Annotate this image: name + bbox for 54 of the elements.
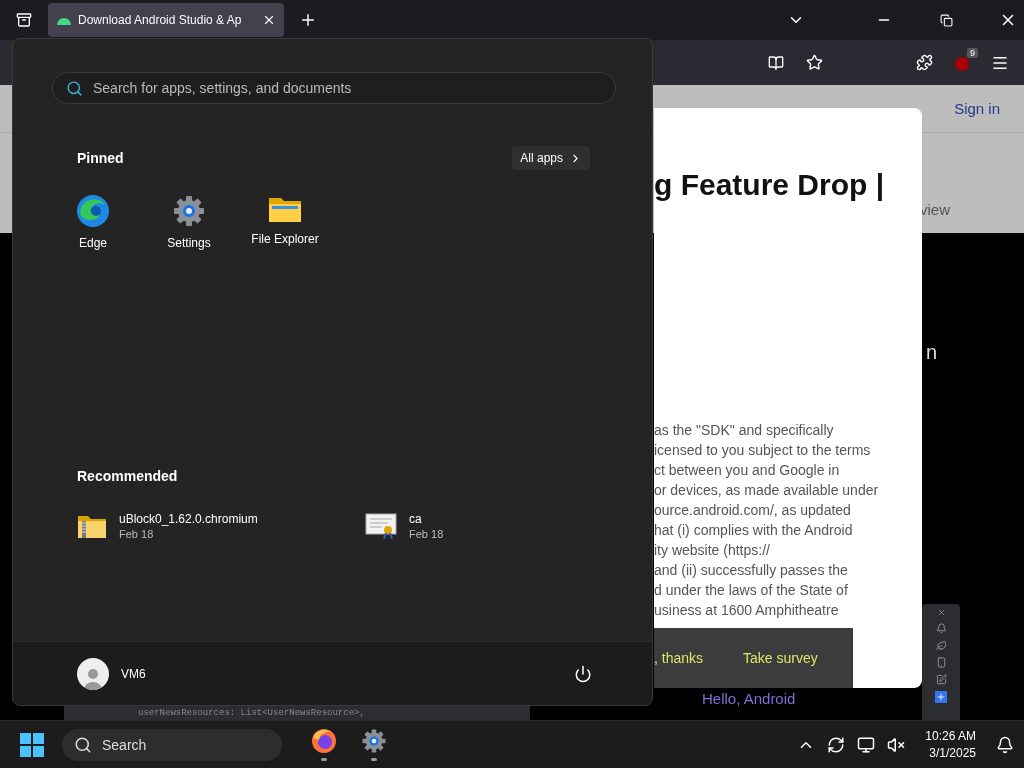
edge-icon <box>76 194 110 228</box>
greeting-text: Hello, Android <box>702 691 796 706</box>
zip-folder-icon <box>77 513 107 539</box>
android-icon <box>56 15 72 25</box>
edit-icon <box>935 674 947 685</box>
power-icon[interactable] <box>574 664 592 683</box>
settings-icon <box>172 194 206 228</box>
count-badge: 9 <box>967 47 978 58</box>
search-icon <box>66 80 83 97</box>
sign-in-link[interactable]: Sign in <box>954 100 1000 117</box>
monitor-icon[interactable] <box>857 735 876 754</box>
license-text: d under the laws of the State of <box>654 581 849 600</box>
section-title: Recommended <box>77 468 178 484</box>
search-icon <box>74 735 92 754</box>
user-name[interactable]: VM6 <box>121 666 562 681</box>
browser-tab[interactable]: Download Android Studio & Ap <box>48 3 284 37</box>
close-icon <box>936 608 946 617</box>
recommended-item[interactable]: ca Feb 18 <box>365 506 652 546</box>
search-field[interactable]: Search for apps, settings, and documents <box>52 72 616 104</box>
pinned-app[interactable]: File Explorer <box>237 190 333 258</box>
windows-logo-icon[interactable] <box>20 732 44 757</box>
license-text: and (ii) successfully passes the <box>654 561 849 580</box>
add-icon[interactable] <box>935 691 947 703</box>
leaf-icon <box>935 640 947 651</box>
pinned-app[interactable]: Settings <box>141 190 237 258</box>
hero-text: n <box>926 341 939 364</box>
close-icon <box>262 13 276 27</box>
pinned-app[interactable]: Edge <box>45 190 141 258</box>
dialog-heading: g Feature Drop | <box>654 168 886 202</box>
clock[interactable]: 10:26 AM 3/1/2025 <box>925 727 976 762</box>
code-line: userNewsResources: List<UserNewsResource>, <box>138 708 365 718</box>
muted-speaker-icon[interactable] <box>887 735 906 754</box>
bell-icon <box>935 623 947 634</box>
dismiss-button[interactable]: , thanks <box>654 650 704 666</box>
taskbar-search[interactable]: Search <box>62 728 282 761</box>
license-text: as the "SDK" and specifically <box>654 421 835 440</box>
firefox-icon[interactable] <box>311 728 337 754</box>
license-text: ource.android.com/, as updated <box>654 501 852 520</box>
license-text: icensed to you subject to the terms <box>654 441 872 460</box>
user-avatar[interactable] <box>77 657 109 690</box>
all-apps-button[interactable]: All apps <box>512 146 590 170</box>
phone-icon <box>935 657 947 668</box>
license-text: hat (i) complies with the Android <box>654 521 854 540</box>
license-text: usiness at 1600 Amphitheatre <box>654 601 840 620</box>
license-text: or devices, as made available under <box>654 481 880 500</box>
section-title: Pinned <box>77 150 124 166</box>
certificate-icon <box>365 512 397 540</box>
bell-icon[interactable] <box>996 735 1014 754</box>
take-survey-button[interactable]: Take survey <box>743 650 818 666</box>
recommended-item[interactable]: uBlock0_1.62.0.chromium Feb 18 <box>77 506 365 546</box>
sync-icon[interactable] <box>827 735 846 754</box>
license-text: ct between you and Google in <box>654 461 841 480</box>
license-text: ity website (https:// <box>654 541 771 560</box>
settings-icon <box>361 728 387 754</box>
